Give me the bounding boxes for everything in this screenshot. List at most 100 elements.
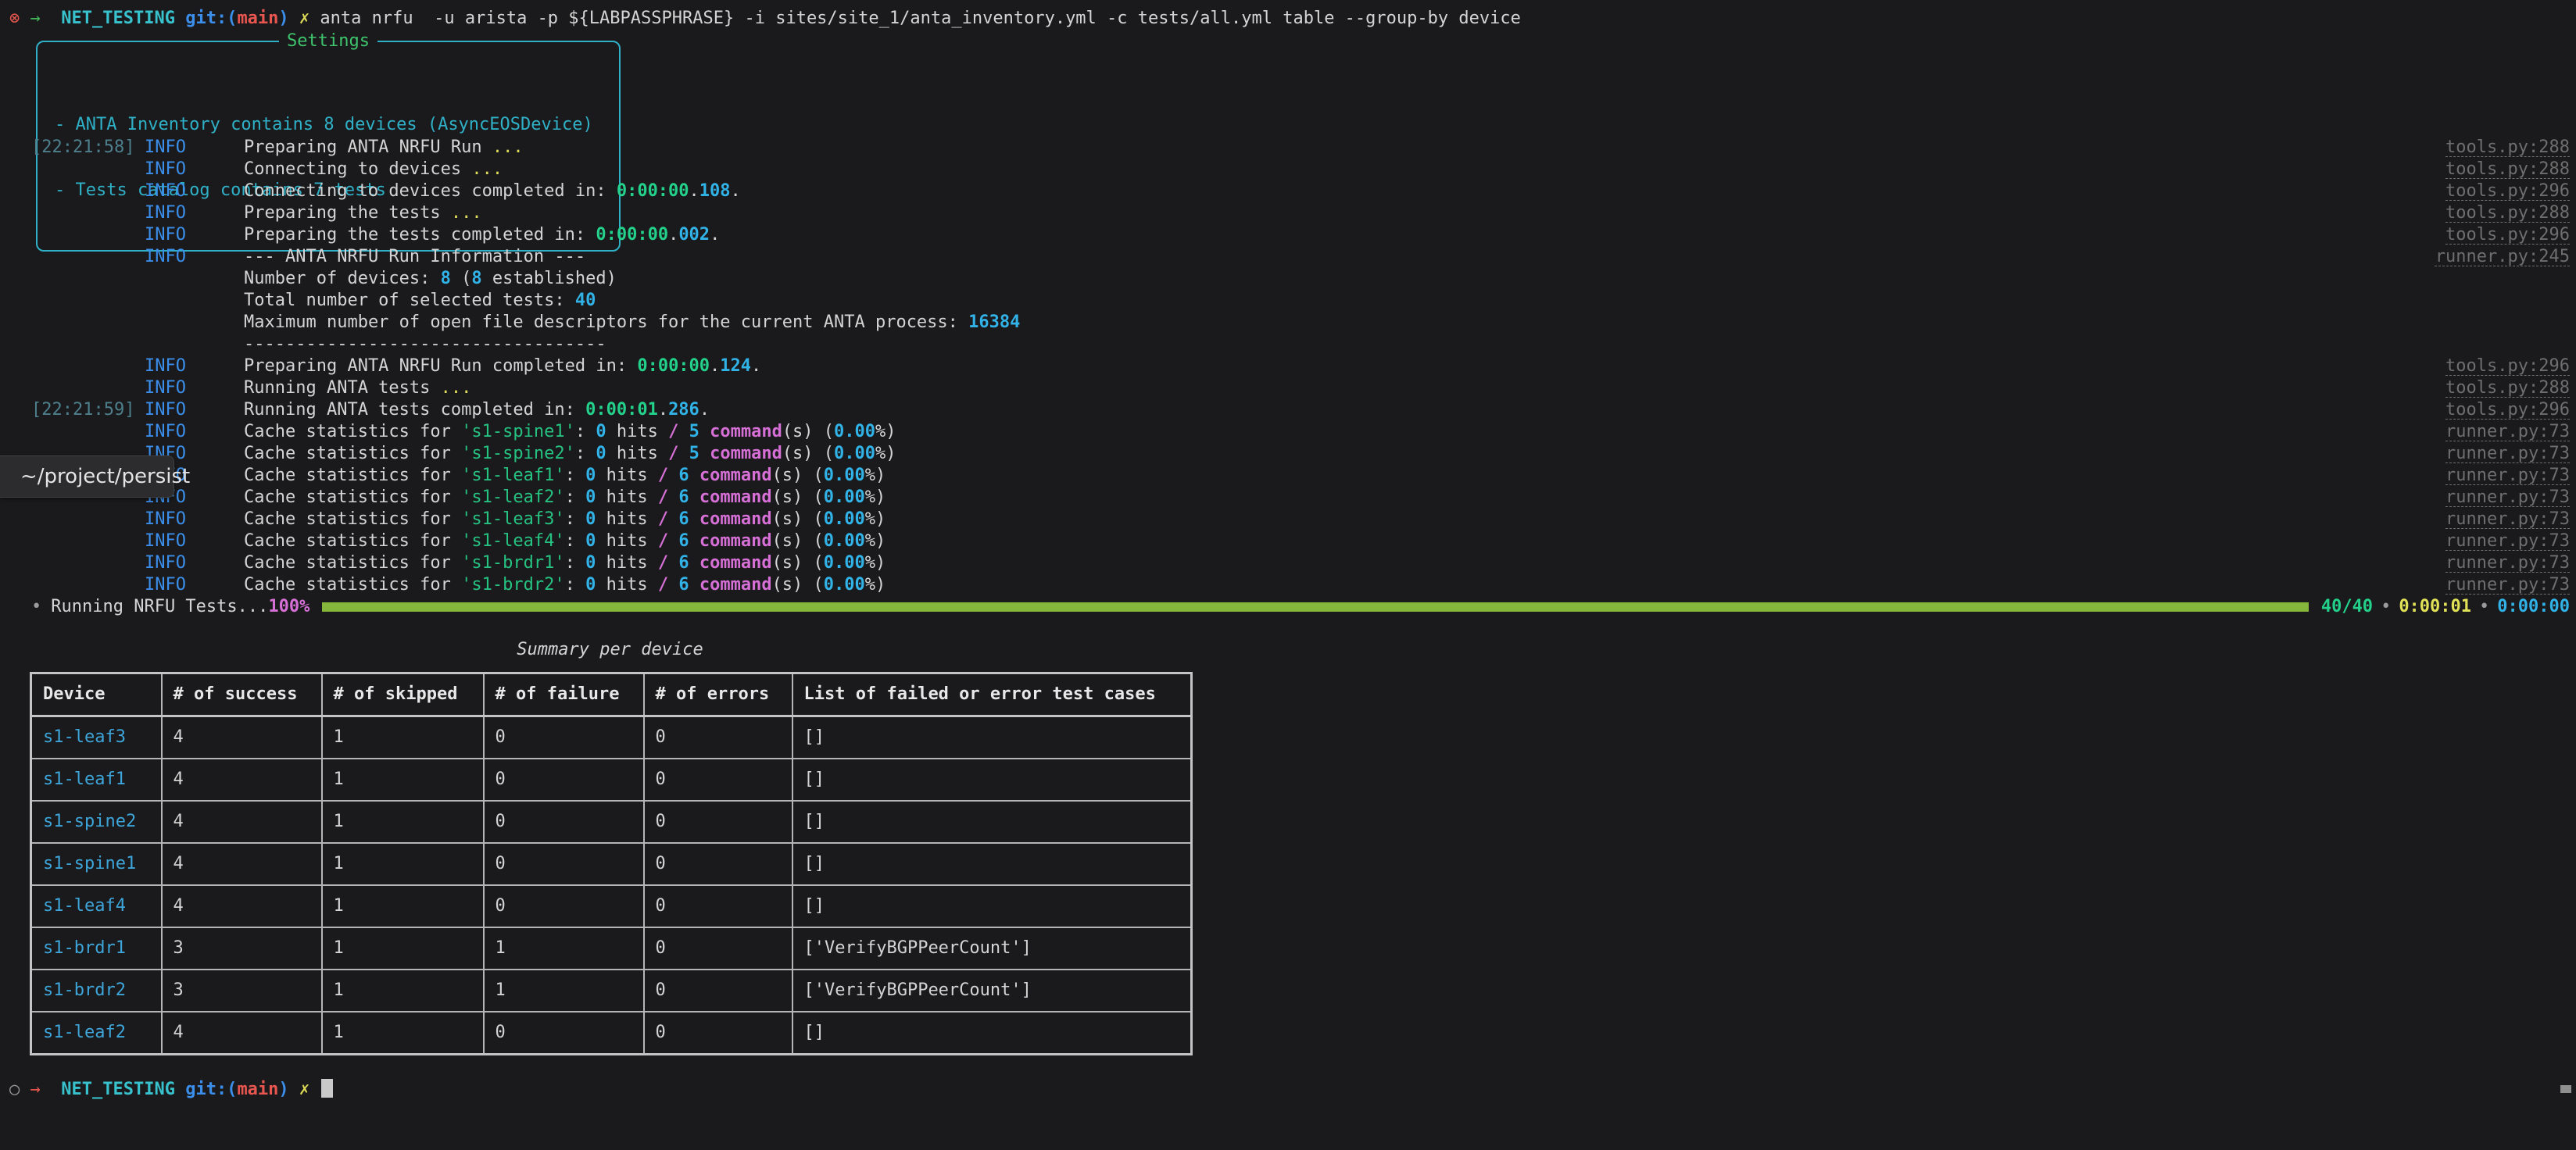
table-row: s1-leaf24100[]: [31, 1012, 1192, 1055]
text-segment: %): [865, 509, 886, 529]
progress-bullet: •: [31, 596, 41, 618]
log-message: -----------------------------------: [244, 334, 2570, 355]
log-timestamp: [31, 246, 134, 268]
source-ref-link[interactable]: runner.py:73: [2445, 574, 2570, 596]
source-ref-link[interactable]: runner.py:73: [2445, 530, 2570, 552]
log-row: INFOConnecting to devices completed in: …: [0, 180, 2576, 202]
scrollbar-thumb[interactable]: [2560, 1085, 2571, 1093]
text-segment: [699, 422, 710, 441]
text-segment: [678, 422, 689, 441]
source-ref-link[interactable]: runner.py:73: [2445, 487, 2570, 509]
text-segment: 6: [678, 553, 689, 573]
log-timestamp: [31, 530, 134, 552]
log-gap: [134, 552, 145, 574]
log-level: INFO: [145, 509, 244, 530]
text-segment: [668, 531, 678, 551]
text-segment: Connecting to devices completed in:: [244, 181, 617, 201]
table-cell: 0: [484, 759, 644, 801]
table-cell: 1: [322, 716, 484, 759]
table-cell: 1: [484, 927, 644, 970]
source-ref-link[interactable]: runner.py:73: [2445, 443, 2570, 465]
text-segment: 5: [689, 422, 699, 441]
prompt-line-bottom[interactable]: ○ → NET_TESTING git:(main) ✗: [0, 1079, 2576, 1101]
settings-inventory-line: - ANTA Inventory contains 8 devices (Asy…: [55, 114, 619, 136]
progress-completed-count: 40/40: [2321, 596, 2373, 618]
progress-separator-1: •: [2373, 596, 2399, 618]
text-segment: ...: [471, 159, 503, 179]
text-segment: Maximum number of open file descriptors …: [244, 312, 968, 332]
terminal-window[interactable]: ○ → NET_TESTING git:(main) ✗ ⊗ → NET_TES…: [0, 0, 2576, 1150]
text-segment: established): [482, 269, 617, 288]
text-segment: 0.00: [834, 444, 875, 463]
text-segment: (s) (: [782, 422, 834, 441]
source-ref-link[interactable]: tools.py:296: [2445, 399, 2570, 421]
table-cell: []: [792, 1012, 1192, 1055]
log-timestamp: [31, 180, 134, 202]
log-level: [145, 312, 244, 334]
text-segment: 002: [678, 225, 710, 245]
table-row: s1-spine14100[]: [31, 843, 1192, 885]
log-row: INFOCache statistics for 's1-spine1': 0 …: [0, 421, 2576, 443]
log-level: [145, 268, 244, 290]
terminal-cursor[interactable]: [321, 1079, 333, 1098]
text-segment: 's1-leaf4': [461, 531, 564, 551]
source-ref-link[interactable]: tools.py:288: [2445, 137, 2570, 159]
log-timestamp: [31, 552, 134, 574]
log-timestamp: [31, 224, 134, 246]
log-gap: [134, 399, 145, 421]
text-segment: [689, 531, 699, 551]
table-cell: []: [792, 843, 1192, 885]
log-gap: [134, 268, 145, 290]
log-row: INFOConnecting to devices ...tools.py:28…: [0, 159, 2576, 180]
text-segment: %): [875, 422, 896, 441]
table-row: s1-leaf34100[]: [31, 716, 1192, 759]
table-cell: 1: [484, 970, 644, 1012]
table-cell: 0: [484, 801, 644, 843]
source-ref-link[interactable]: tools.py:296: [2445, 355, 2570, 377]
settings-panel-title: Settings: [279, 30, 377, 52]
text-segment: hits: [596, 509, 657, 529]
source-ref-link[interactable]: runner.py:73: [2445, 552, 2570, 574]
text-segment: anta nrfu -u arista -p ${LABPASSPHRASE} …: [309, 9, 1521, 28]
log-message: Cache statistics for 's1-leaf2': 0 hits …: [244, 487, 2445, 509]
source-ref-link[interactable]: tools.py:296: [2445, 180, 2570, 202]
source-ref-link[interactable]: runner.py:73: [2445, 509, 2570, 530]
text-segment: 0.00: [834, 422, 875, 441]
text-segment: 0.00: [824, 531, 865, 551]
text-segment: Running ANTA tests completed in:: [244, 400, 585, 420]
log-level: INFO: [145, 355, 244, 377]
source-ref-link[interactable]: runner.py:245: [2435, 246, 2570, 268]
log-message: Maximum number of open file descriptors …: [244, 312, 2570, 334]
text-segment: 0.00: [824, 553, 865, 573]
source-ref-link[interactable]: runner.py:73: [2445, 465, 2570, 487]
table-cell: 0: [644, 885, 792, 927]
source-ref-link[interactable]: tools.py:288: [2445, 159, 2570, 180]
text-segment: (s) (: [772, 488, 824, 507]
text-segment: 6: [678, 466, 689, 485]
text-segment: 16384: [968, 312, 1020, 332]
log-row: -----------------------------------: [0, 334, 2576, 355]
text-segment: hits: [596, 553, 657, 573]
text-segment: 6: [678, 575, 689, 595]
text-segment: .: [689, 181, 699, 201]
device-name-cell: s1-spine1: [31, 843, 162, 885]
table-cell: 0: [644, 927, 792, 970]
source-ref-link[interactable]: runner.py:73: [2445, 421, 2570, 443]
text-segment: .: [699, 400, 710, 420]
source-ref-link[interactable]: tools.py:296: [2445, 224, 2570, 246]
log-gap: [134, 355, 145, 377]
text-segment: /: [658, 531, 668, 551]
log-gap: [134, 421, 145, 443]
text-segment: [309, 1080, 320, 1099]
table-cell: 0: [644, 801, 792, 843]
source-ref-link[interactable]: tools.py:288: [2445, 377, 2570, 399]
text-segment: git:(: [185, 9, 237, 28]
log-message: Preparing ANTA NRFU Run ...: [244, 137, 2445, 159]
log-gap: [134, 377, 145, 399]
table-cell: 0: [484, 843, 644, 885]
source-ref-link[interactable]: tools.py:288: [2445, 202, 2570, 224]
device-name-cell: s1-leaf4: [31, 885, 162, 927]
text-segment: Cache statistics for: [244, 531, 461, 551]
log-row: [22:21:59]INFORunning ANTA tests complet…: [0, 399, 2576, 421]
text-segment: 0.00: [824, 509, 865, 529]
